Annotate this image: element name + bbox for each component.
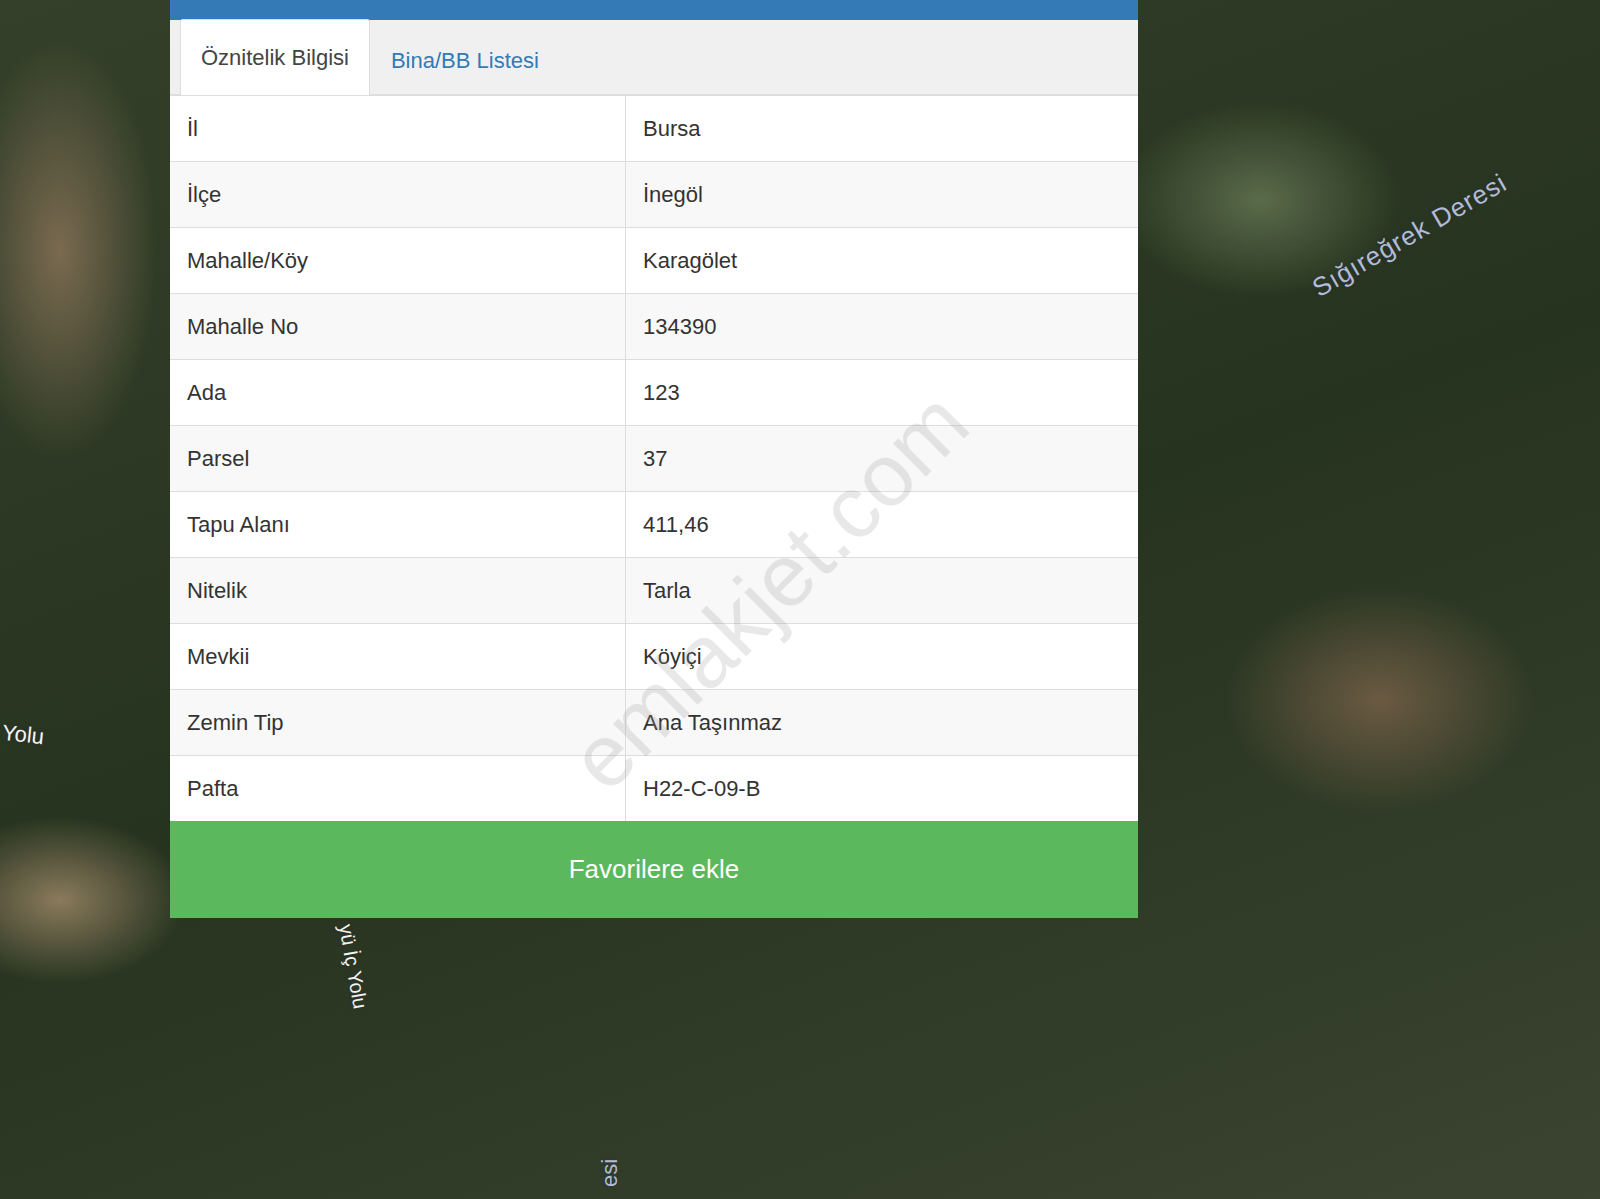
table-row: Zemin TipAna Taşınmaz: [170, 689, 1138, 755]
row-label: İl: [170, 96, 626, 161]
attribute-table: İlBursaİlçeİnegölMahalle/KöyKaragöletMah…: [170, 95, 1138, 821]
row-label: Nitelik: [170, 558, 626, 623]
tab-bar: Öznitelik BilgisiBina/BB Listesi: [170, 20, 1138, 95]
row-value: Tarla: [626, 558, 1138, 623]
tab[interactable]: Bina/BB Listesi: [370, 26, 560, 95]
tab[interactable]: Öznitelik Bilgisi: [180, 19, 370, 95]
row-value: Bursa: [626, 96, 1138, 161]
row-label: Parsel: [170, 426, 626, 491]
row-label: Mahalle No: [170, 294, 626, 359]
row-label: Mevkii: [170, 624, 626, 689]
table-row: MevkiiKöyiçi: [170, 623, 1138, 689]
row-label: Mahalle/Köy: [170, 228, 626, 293]
row-value: 134390: [626, 294, 1138, 359]
table-row: PaftaH22-C-09-B: [170, 755, 1138, 821]
table-row: İlçeİnegöl: [170, 161, 1138, 227]
table-row: Tapu Alanı411,46: [170, 491, 1138, 557]
row-label: Pafta: [170, 756, 626, 821]
table-row: Mahalle No134390: [170, 293, 1138, 359]
row-value: 37: [626, 426, 1138, 491]
row-value: H22-C-09-B: [626, 756, 1138, 821]
row-value: Ana Taşınmaz: [626, 690, 1138, 755]
row-label: İlçe: [170, 162, 626, 227]
table-row: NitelikTarla: [170, 557, 1138, 623]
row-label: Tapu Alanı: [170, 492, 626, 557]
map-view[interactable]: Sığıreğrek DeresiYoluyü İç YoluesiÖznite…: [0, 0, 1600, 1199]
favorite-button[interactable]: Favorilere ekle: [170, 821, 1138, 918]
row-value: 123: [626, 360, 1138, 425]
map-label: esi: [597, 1159, 623, 1187]
row-value: Karagölet: [626, 228, 1138, 293]
panel-header: [170, 0, 1138, 20]
table-row: Mahalle/KöyKaragölet: [170, 227, 1138, 293]
table-row: İlBursa: [170, 95, 1138, 161]
row-label: Ada: [170, 360, 626, 425]
info-panel: Öznitelik BilgisiBina/BB ListesiİlBursaİ…: [170, 0, 1138, 918]
watermark: emlakjet.com: [550, 372, 989, 811]
row-value: 411,46: [626, 492, 1138, 557]
table-row: Parsel37: [170, 425, 1138, 491]
table-row: Ada123: [170, 359, 1138, 425]
map-label: Yolu: [1, 720, 46, 750]
row-label: Zemin Tip: [170, 690, 626, 755]
row-value: Köyiçi: [626, 624, 1138, 689]
row-value: İnegöl: [626, 162, 1138, 227]
